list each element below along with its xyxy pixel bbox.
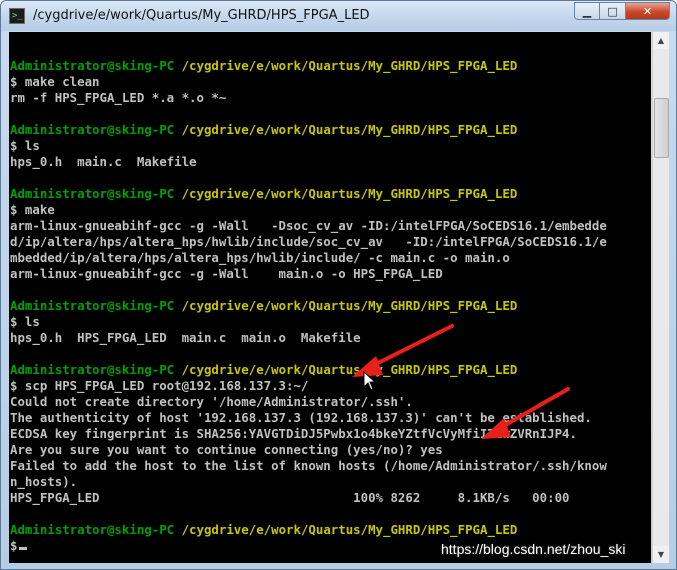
prompt-line: Administrator@sking-PC /cygdrive/e/work/… [10,298,607,314]
terminal-output[interactable]: Administrator@sking-PC /cygdrive/e/work/… [9,32,651,563]
prompt-path: /cygdrive/e/work/Quartus/My_GHRD/HPS_FPG… [181,186,518,201]
text-cursor [19,547,28,550]
scroll-down-icon[interactable]: ▼ [653,546,669,563]
output-line: $ make [10,202,55,217]
scroll-up-icon[interactable]: ▲ [653,32,669,49]
close-icon: ✕ [642,4,653,18]
prompt-path: /cygdrive/e/work/Quartus/My_GHRD/HPS_FPG… [181,298,518,313]
output-line: arm-linux-gnueabihf-gcc -g -Wall -Dsoc_c… [10,218,607,233]
output-line: d/ip/altera/hps/altera_hps/hwlib/include… [10,234,607,249]
output-line: HPS_FPGA_LED 100% 8262 8.1KB/s 00:00 [10,490,570,505]
prompt-path: /cygdrive/e/work/Quartus/My_GHRD/HPS_FPG… [181,58,518,73]
terminal-window: >_ /cygdrive/e/work/Quartus/My_GHRD/HPS_… [0,0,677,570]
minimize-button[interactable]: ▁ [574,2,600,20]
output-line: $ scp HPS_FPGA_LED root@192.168.137.3:~/ [10,378,309,393]
vertical-scrollbar[interactable]: ▲ ▼ [652,32,669,563]
prompt-user: Administrator@sking-PC [10,522,175,537]
output-line: ECDSA key fingerprint is SHA256:YAVGTDiD… [10,426,577,441]
prompt-path: /cygdrive/e/work/Quartus/My_GHRD/HPS_FPG… [181,522,518,537]
prompt-path: /cygdrive/e/work/Quartus/My_GHRD/HPS_FPG… [181,362,518,377]
output-line: $ ls [10,138,40,153]
maximize-icon: □ [607,4,618,18]
prompt-line: Administrator@sking-PC /cygdrive/e/work/… [10,186,607,202]
output-line: The authenticity of host '192.168.137.3 … [10,410,592,425]
output-line: mbedded/ip/altera/hps/altera_hps/hwlib/i… [10,250,510,265]
terminal-lines: Administrator@sking-PC /cygdrive/e/work/… [10,42,607,554]
prompt-user: Administrator@sking-PC [10,58,175,73]
output-line: Failed to add the host to the list of kn… [10,458,607,473]
output-line: $ make clean [10,74,100,89]
output-line: $ ls [10,314,40,329]
output-line: arm-linux-gnueabihf-gcc -g -Wall main.o … [10,266,443,281]
prompt-line: Administrator@sking-PC /cygdrive/e/work/… [10,522,607,538]
output-line: Are you sure you want to continue connec… [10,442,443,457]
output-line: n_hosts). [10,474,78,489]
output-line: rm -f HPS_FPGA_LED *.a *.o *~ [10,90,227,105]
maximize-button[interactable]: □ [600,2,626,20]
prompt-symbol: $ [10,538,18,553]
output-line: Could not create directory '/home/Admini… [10,394,413,409]
prompt-user: Administrator@sking-PC [10,186,175,201]
prompt-line: Administrator@sking-PC /cygdrive/e/work/… [10,58,607,74]
window-controls: ▁ □ ✕ [574,2,670,22]
prompt-user: Administrator@sking-PC [10,298,175,313]
output-line: hps_0.h main.c Makefile [10,154,197,169]
close-button[interactable]: ✕ [626,2,670,20]
scrollbar-thumb[interactable] [654,98,669,158]
title-bar[interactable]: >_ /cygdrive/e/work/Quartus/My_GHRD/HPS_… [1,1,676,31]
prompt-line: Administrator@sking-PC /cygdrive/e/work/… [10,122,607,138]
mouse-pointer-icon [363,371,377,391]
terminal-icon: >_ [9,8,25,24]
window-title: /cygdrive/e/work/Quartus/My_GHRD/HPS_FPG… [33,8,370,23]
output-line: hps_0.h HPS_FPGA_LED main.c main.o Makef… [10,330,361,345]
prompt-user: Administrator@sking-PC [10,122,175,137]
prompt-line: Administrator@sking-PC /cygdrive/e/work/… [10,362,607,378]
prompt-path: /cygdrive/e/work/Quartus/My_GHRD/HPS_FPG… [181,122,518,137]
watermark: https://blog.csdn.net/zhou_ski [441,541,626,557]
minimize-icon: ▁ [582,4,592,18]
prompt-user: Administrator@sking-PC [10,362,175,377]
